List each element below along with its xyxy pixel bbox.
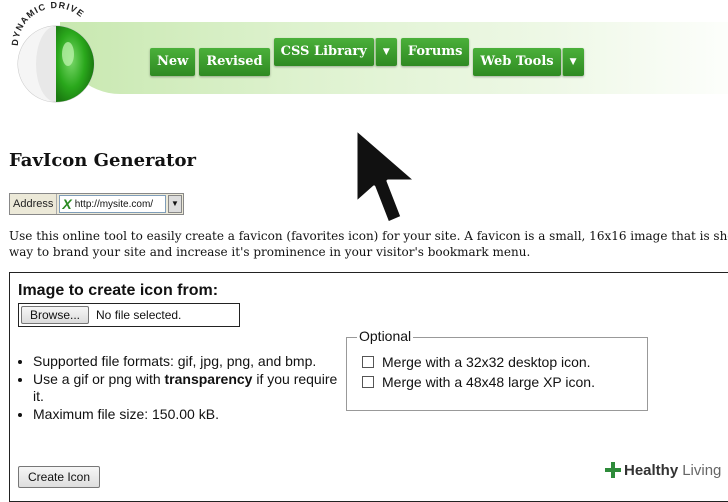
mouse-pointer-icon [354, 127, 418, 225]
form-heading: Image to create icon from: [18, 282, 219, 299]
web-tools-dropdown[interactable]: ▼ [561, 48, 584, 76]
merge-32-option[interactable]: Merge with a 32x32 desktop icon. [362, 354, 591, 370]
plus-icon [605, 462, 621, 478]
nav-revised[interactable]: Revised [199, 48, 270, 76]
watermark: Healthy Living [604, 461, 724, 479]
address-bar-image: Address X http://mysite.com/ ▼ [9, 193, 184, 215]
list-item: Maximum file size: 150.00 kB. [33, 406, 348, 423]
chevron-down-icon: ▼ [382, 47, 390, 57]
page-title: FavIcon Generator [9, 150, 196, 171]
merge-48-label: Merge with a 48x48 large XP icon. [382, 374, 595, 390]
address-label: Address [10, 194, 58, 214]
nav-web-tools[interactable]: Web Tools [473, 48, 561, 76]
file-input[interactable]: Browse... No file selected. [18, 303, 240, 327]
chevron-down-icon: ▼ [569, 57, 577, 67]
merge-48-option[interactable]: Merge with a 48x48 large XP icon. [362, 374, 595, 390]
css-library-dropdown[interactable]: ▼ [374, 38, 397, 66]
nav-new[interactable]: New [150, 48, 196, 76]
site-header: DYNAMIC DRIVE New Revised CSS Library ▼ … [0, 0, 728, 110]
list-item: Supported file formats: gif, jpg, png, a… [33, 353, 348, 370]
intro-line-2: way to brand your site and increase it's… [9, 245, 531, 259]
nav-forums[interactable]: Forums [400, 38, 470, 66]
favicon-x-icon: X [62, 196, 72, 212]
merge-32-checkbox[interactable] [362, 356, 374, 368]
intro-line-1: Use this online tool to easily create a … [9, 229, 728, 243]
browse-button[interactable]: Browse... [21, 306, 90, 324]
list-item: Use a gif or png with transparency if yo… [33, 371, 348, 405]
watermark-brand-b: Living [682, 461, 722, 479]
watermark-brand-a: Healthy [624, 461, 679, 479]
merge-32-label: Merge with a 32x32 desktop icon. [382, 354, 591, 370]
intro-text: Use this online tool to easily create a … [9, 228, 728, 260]
optional-fieldset: Optional Merge with a 32x32 desktop icon… [346, 328, 648, 411]
chevron-down-icon: ▼ [168, 195, 182, 213]
address-url: http://mysite.com/ [74, 198, 154, 210]
file-status: No file selected. [96, 308, 182, 322]
address-field: X http://mysite.com/ [59, 195, 166, 213]
nav-css-library[interactable]: CSS Library [273, 38, 374, 66]
merge-48-checkbox[interactable] [362, 376, 374, 388]
main-nav: New Revised CSS Library ▼ Forums Web Too… [150, 38, 588, 76]
dynamic-drive-logo[interactable]: DYNAMIC DRIVE [4, 2, 108, 106]
optional-legend: Optional [357, 328, 414, 344]
requirements-list: Supported file formats: gif, jpg, png, a… [18, 353, 348, 424]
